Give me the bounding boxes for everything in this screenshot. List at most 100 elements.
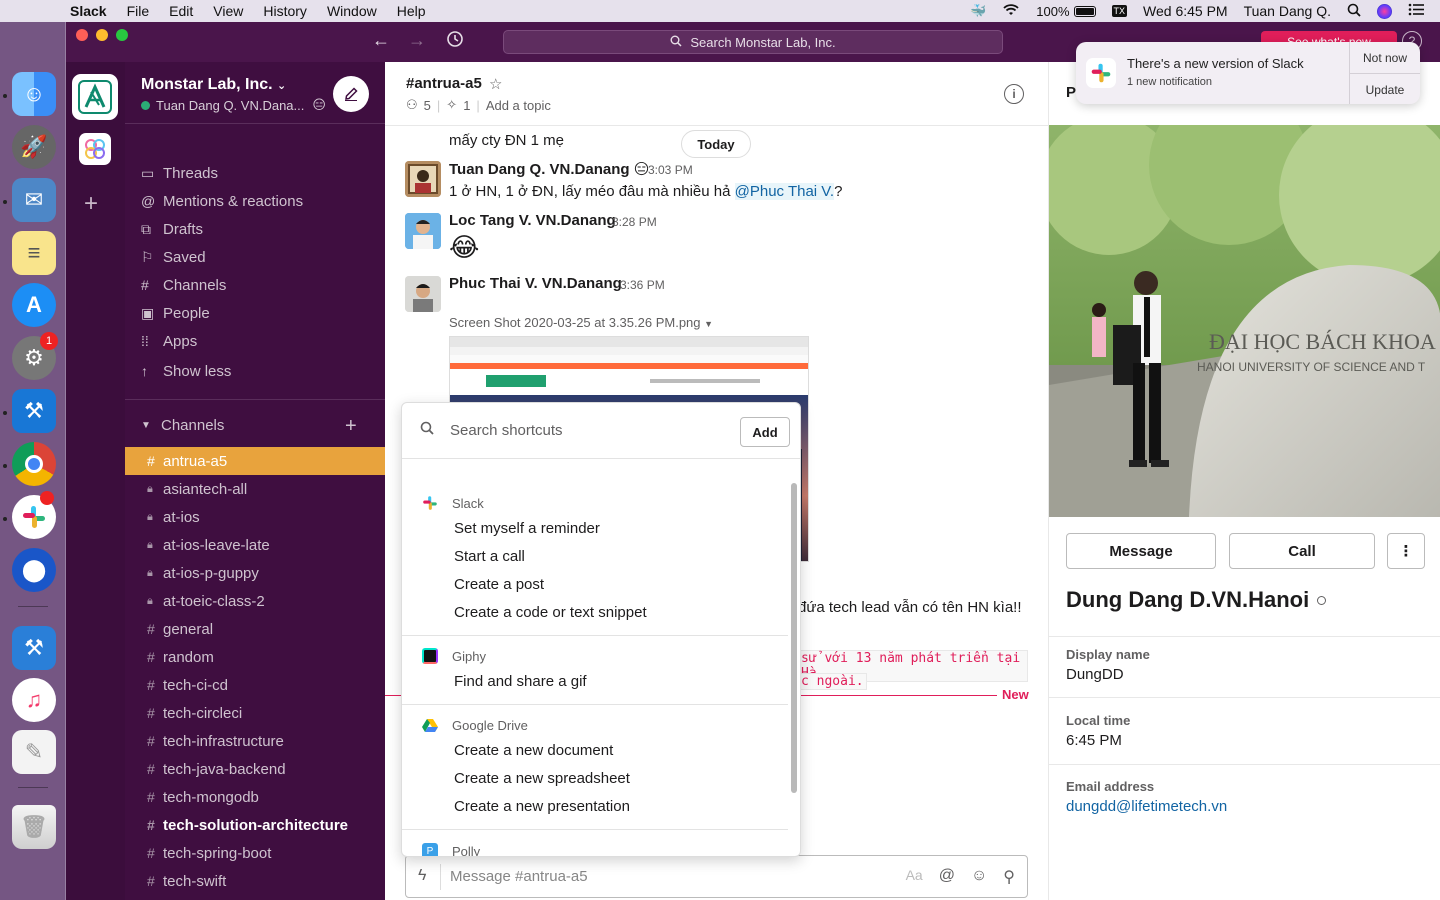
message-time[interactable]: 3:28 PM (612, 215, 657, 229)
back-arrow-icon[interactable]: ← (372, 30, 390, 51)
notification-update-button[interactable]: Update (1350, 74, 1420, 105)
channel-item[interactable]: # tech-infrastructure (125, 727, 385, 755)
channel-item[interactable]: # tech-ci-cd (125, 671, 385, 699)
menu-edit[interactable]: Edit (169, 3, 193, 19)
avatar-tuan[interactable] (405, 161, 441, 197)
channel-title[interactable]: #antrua-a5 (406, 75, 482, 92)
channel-item[interactable]: 🔒︎ at-ios (125, 503, 385, 531)
channel-item[interactable]: # tech-java-backend (125, 755, 385, 783)
menu-window[interactable]: Window (327, 3, 377, 19)
app-store-icon[interactable]: A (12, 283, 56, 327)
add-workspace-icon[interactable]: + (84, 190, 98, 218)
channel-item[interactable]: # tech-spring-boot (125, 839, 385, 867)
close-window-button[interactable] (76, 29, 88, 41)
message-author[interactable]: Phuc Thai V. VN.Danang (449, 275, 622, 292)
channel-item[interactable]: # random (125, 643, 385, 671)
sidebar-item-mentions[interactable]: @ Mentions & reactions (125, 187, 385, 215)
profile-call-button[interactable]: Call (1229, 533, 1375, 569)
attach-paperclip-icon[interactable]: ⚲ (1003, 867, 1015, 887)
status-emoji[interactable]: 😑 (312, 97, 326, 113)
shortcuts-search[interactable]: Search shortcuts Add (402, 403, 800, 459)
mention-at-icon[interactable]: @ (939, 867, 955, 887)
sidebar-item-people[interactable]: ▣ People (125, 299, 385, 327)
channel-item[interactable]: # tech-swift (125, 867, 385, 895)
trash-icon[interactable]: 🗑 (12, 805, 56, 849)
shortcut-new-document[interactable]: Create a new document (454, 742, 613, 759)
shortcuts-bolt-icon[interactable]: ϟ (418, 867, 426, 885)
current-user[interactable]: Tuan Dang Q. VN.Dana... 😑 (141, 97, 326, 113)
shortcut-new-spreadsheet[interactable]: Create a new spreadsheet (454, 770, 630, 787)
shortcut-start-call[interactable]: Start a call (454, 548, 525, 565)
channel-details-icon[interactable]: i (1004, 84, 1024, 104)
notification-not-now-button[interactable]: Not now (1350, 42, 1420, 73)
input-source-icon[interactable]: TX (1111, 5, 1128, 17)
notes-icon[interactable]: ≡ (12, 231, 56, 275)
shortcut-set-reminder[interactable]: Set myself a reminder (454, 520, 600, 537)
channel-item[interactable]: 🔒︎ at-ios-p-guppy (125, 559, 385, 587)
emoji-icon[interactable]: ☺ (971, 867, 987, 887)
workspace-name[interactable]: Monstar Lab, Inc. ⌄ (141, 76, 286, 94)
profile-more-button[interactable]: ⋮ (1387, 533, 1425, 569)
pin-icon[interactable]: ✧ (446, 97, 457, 113)
shortcuts-scrollbar[interactable] (791, 483, 797, 793)
workspace-switcher-second[interactable] (79, 133, 111, 165)
forward-arrow-icon[interactable]: → (408, 30, 426, 51)
formatting-toggle[interactable]: Aa (906, 867, 923, 887)
attachment-filename[interactable]: Screen Shot 2020-03-25 at 3.35.26 PM.png… (449, 315, 713, 330)
channel-item[interactable]: # antrua-a5 (125, 447, 385, 475)
channel-item[interactable]: 🔒︎ at-toeic-class-2 (125, 587, 385, 615)
member-count[interactable]: 5 (424, 98, 431, 113)
channel-item[interactable]: 🔒︎ at-ios-leave-late (125, 531, 385, 559)
channel-item[interactable]: # tech-solution-architecture (125, 811, 385, 839)
menu-file[interactable]: File (127, 3, 150, 19)
xcode-icon[interactable]: ⚒ (12, 389, 56, 433)
shortcut-new-presentation[interactable]: Create a new presentation (454, 798, 630, 815)
menubar-user[interactable]: Tuan Dang Q. (1244, 3, 1331, 19)
channel-item[interactable]: # tech-mongodb (125, 783, 385, 811)
battery-status[interactable]: 100% (1036, 4, 1096, 19)
compose-button[interactable] (333, 76, 369, 112)
mail-icon[interactable]: ✉ (12, 178, 56, 222)
channel-item[interactable]: 🔒︎ asiantech-all (125, 475, 385, 503)
message-time[interactable]: 3:36 PM (620, 278, 665, 292)
minimize-window-button[interactable] (96, 29, 108, 41)
wifi-icon[interactable] (1002, 3, 1020, 19)
add-topic-link[interactable]: Add a topic (486, 98, 551, 113)
add-shortcut-button[interactable]: Add (740, 417, 790, 447)
sidebar-item-threads[interactable]: ▭ Threads (125, 159, 385, 187)
menubar-clock[interactable]: Wed 6:45 PM (1143, 3, 1228, 19)
chrome-icon[interactable] (12, 442, 56, 486)
docker-icon[interactable]: 🐳 (970, 3, 986, 19)
message-author[interactable]: Tuan Dang Q. VN.Danang 😑 (449, 160, 649, 178)
sourcetree-icon[interactable]: ⬤ (12, 548, 56, 592)
shortcut-find-gif[interactable]: Find and share a gif (454, 673, 587, 690)
sidebar-item-saved[interactable]: ⚐ Saved (125, 243, 385, 271)
profile-message-button[interactable]: Message (1066, 533, 1216, 569)
menu-view[interactable]: View (213, 3, 243, 19)
zoom-window-button[interactable] (116, 29, 128, 41)
pin-count[interactable]: 1 (463, 98, 470, 113)
message-time[interactable]: 3:03 PM (648, 163, 693, 177)
channel-item[interactable]: # tech-circleci (125, 699, 385, 727)
add-channel-icon[interactable]: + (345, 415, 357, 438)
message-composer[interactable]: ϟ Message #antrua-a5 Aa @ ☺ ⚲ (405, 855, 1028, 898)
workspace-search[interactable]: Search Monstar Lab, Inc. (503, 30, 1003, 54)
channel-item[interactable]: #at-assistant (125, 895, 385, 900)
shortcut-create-post[interactable]: Create a post (454, 576, 544, 593)
member-icon[interactable]: ⚇ (406, 97, 418, 113)
menu-help[interactable]: Help (397, 3, 426, 19)
spotlight-icon[interactable] (1347, 3, 1361, 20)
profile-photo[interactable]: ĐẠI HỌC BÁCH KHOA HANOI UNIVERSITY OF SC… (1049, 125, 1440, 517)
shortcut-create-snippet[interactable]: Create a code or text snippet (454, 604, 647, 621)
avatar-phuc[interactable] (405, 276, 441, 312)
sidebar-item-channels[interactable]: # Channels (125, 271, 385, 299)
notification-center-icon[interactable] (1408, 3, 1424, 19)
sidebar-item-apps[interactable]: ⁞⁞ Apps (125, 327, 385, 355)
message-author[interactable]: Loc Tang V. VN.Danang (449, 212, 616, 229)
menu-history[interactable]: History (263, 3, 307, 19)
star-icon[interactable]: ☆ (489, 75, 502, 93)
textedit-icon[interactable]: ✎ (12, 730, 56, 774)
history-clock-icon[interactable] (446, 30, 464, 53)
menu-app-name[interactable]: Slack (70, 3, 107, 19)
finder-icon[interactable]: ☺ (12, 72, 56, 116)
